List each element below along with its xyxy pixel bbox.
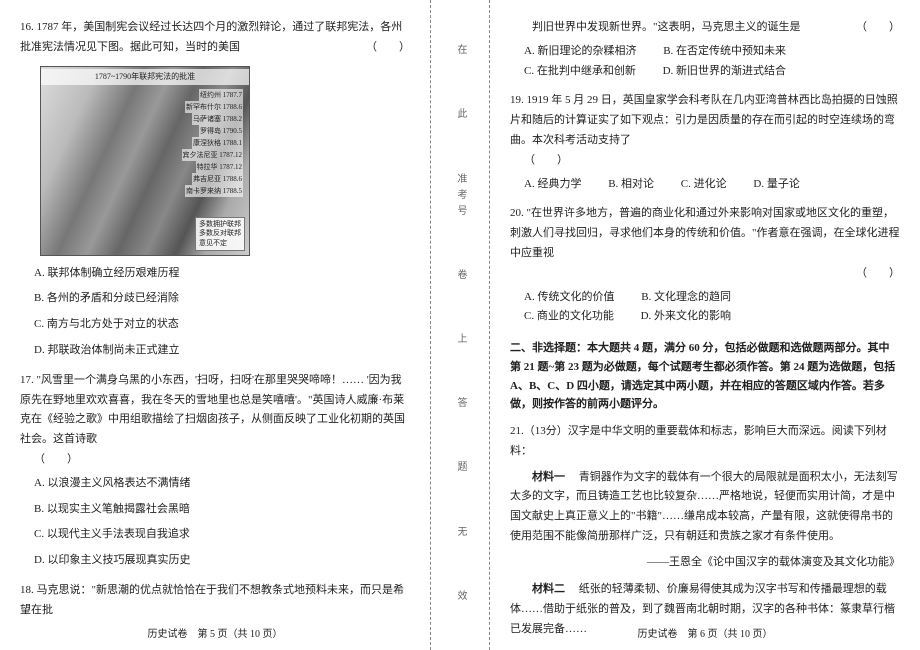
q21-source-1: ——王恩全《论中国汉字的载体演变及其文化功能》 [510,553,900,573]
q16-paren: （ ） [366,38,410,58]
q18-cont-stem: 判旧世界中发现新世界。"这表明，马克思主义的诞生是 （ ） [510,18,900,38]
q18-stem: 18. 马克思说："新思潮的优点就恰恰在于我们不想教条式地预料未来，而只是希望在… [20,581,410,621]
q19-opt-d: D. 量子论 [753,175,799,195]
question-20: 20. "在世界许多地方，普遍的商业化和通过外来影响对国家或地区文化的重塑，刺激… [510,204,900,327]
q17-opt-b: B. 以现实主义笔触揭露社会黑暗 [34,500,410,520]
map-label-8: 弗吉尼亚 1788.6 [192,173,243,186]
map-label-4: 罗得岛 1790.5 [199,125,243,138]
gutter-text-2: 此 [451,108,469,124]
q19-opt-b: B. 相对论 [608,175,654,195]
mat2-label: 材料二 [532,583,565,595]
q16-text: 16. 1787 年，美国制宪会议经过长达四个月的激烈辩论，通过了联邦宪法，各州… [20,21,402,53]
q20-opt-a: A. 传统文化的价值 [524,288,614,308]
question-18-cont: 判旧世界中发现新世界。"这表明，马克思主义的诞生是 （ ） A. 新旧理论的杂糅… [510,18,900,81]
q19-opt-c: C. 进化论 [681,175,727,195]
map-label-9: 南卡罗来纳 1788.5 [185,185,243,198]
gutter-text-3: 卷 [451,269,469,285]
gutter-text-1: 在 [451,44,469,60]
q19-paren: （ ） [510,151,900,171]
binding-gutter: 在 此 准考号 卷 上 答 题 无 效 [430,0,490,650]
q20-opt-d: D. 外来文化的影响 [641,307,731,327]
q21-stem: 21.（13分）汉字是中华文明的重要载体和标志，影响巨大而深远。阅读下列材料： [510,422,900,462]
q18-opt-b: B. 在否定传统中预知未来 [663,42,786,62]
q17-opt-a: A. 以浪漫主义风格表达不满情绪 [34,474,410,494]
q16-opt-a: A. 联邦体制确立经历艰难历程 [34,264,410,284]
q20-opt-c: C. 商业的文化功能 [524,307,614,327]
q19-opt-a: A. 经典力学 [524,175,581,195]
map-label-5: 康涅狄格 1788.1 [192,137,243,150]
gutter-mid: 准考号 [451,173,469,221]
q17-stem: 17. "风雪里一个满身乌黑的小东西，'扫呀，扫呀'在那里哭哭啼啼！…… '因为… [20,371,410,450]
q17-paren: （ ） [20,450,410,470]
map-legend: 多数拥护联邦 多数反对联邦 意见不定 [195,217,245,250]
legend-b: 多数反对联邦 [199,229,241,238]
map-label-2: 新罕布什尔 1788.6 [185,101,243,114]
q16-opt-c: C. 南方与北方处于对立的状态 [34,315,410,335]
q18-cont-text: 判旧世界中发现新世界。"这表明，马克思主义的诞生是 [532,21,801,33]
gutter-text-8: 效 [451,590,469,606]
page-left: 16. 1787 年，美国制宪会议经过长达四个月的激烈辩论，通过了联邦宪法，各州… [0,0,430,650]
q18-cont-paren: （ ） [834,18,900,38]
gutter-text-4: 上 [451,333,469,349]
q19-options: A. 经典力学 B. 相对论 C. 进化论 D. 量子论 [510,175,900,195]
footer-left: 历史试卷 第 5 页（共 10 页） [0,626,430,644]
question-18-partial: 18. 马克思说："新思潮的优点就恰恰在于我们不想教条式地预料未来，而只是希望在… [20,581,410,621]
q16-opt-b: B. 各州的矛盾和分歧已经消除 [34,289,410,309]
q16-opt-d: D. 邦联政治体制尚未正式建立 [34,341,410,361]
q19-stem: 19. 1919 年 5 月 29 日，英国皇家学会科考队在几内亚湾普林西比岛拍… [510,91,900,150]
page-right: 判旧世界中发现新世界。"这表明，马克思主义的诞生是 （ ） A. 新旧理论的杂糅… [490,0,920,650]
q20-options: A. 传统文化的价值 B. 文化理念的趋同 C. 商业的文化功能 D. 外来文化… [510,288,900,328]
mat1-label: 材料一 [532,471,565,483]
q17-opt-c: C. 以现代主义手法表现自我追求 [34,525,410,545]
question-16: 16. 1787 年，美国制宪会议经过长达四个月的激烈辩论，通过了联邦宪法，各州… [20,18,410,361]
footer-right: 历史试卷 第 6 页（共 10 页） [490,626,920,644]
section-2-title: 二、非选择题：本大题共 4 题，满分 60 分，包括必做题和选做题两部分。其中第… [510,339,900,414]
q17-opt-d: D. 以印象主义技巧展现真实历史 [34,551,410,571]
question-17: 17. "风雪里一个满身乌黑的小东西，'扫呀，扫呀'在那里哭哭啼啼！…… '因为… [20,371,410,571]
legend-c: 意见不定 [199,239,241,248]
map-title: 1787~1790年联邦宪法的批准 [41,69,249,85]
map-label-6: 宾夕法尼亚 1787.12 [182,149,244,162]
mat1-text: 青铜器作为文字的载体有一个很大的局限就是面积太小，无法刻写太多的文字，而且铸造工… [510,471,898,542]
q18-options: A. 新旧理论的杂糅相济 B. 在否定传统中预知未来 C. 在批判中继承和创新 … [510,42,900,82]
map-label-3: 马萨诸塞 1788.2 [192,113,243,126]
gutter-text-5: 答 [451,397,469,413]
q16-options: A. 联邦体制确立经历艰难历程 B. 各州的矛盾和分歧已经消除 C. 南方与北方… [20,264,410,361]
q18-opt-a: A. 新旧理论的杂糅相济 [524,42,636,62]
q21-material-1: 材料一 青铜器作为文字的载体有一个很大的局限就是面积太小，无法刻写太多的文字，而… [510,468,900,547]
q16-stem: 16. 1787 年，美国制宪会议经过长达四个月的激烈辩论，通过了联邦宪法，各州… [20,18,410,58]
question-21: 21.（13分）汉字是中华文明的重要载体和标志，影响巨大而深远。阅读下列材料： … [510,422,900,640]
q17-options: A. 以浪漫主义风格表达不满情绪 B. 以现实主义笔触揭露社会黑暗 C. 以现代… [20,474,410,571]
map-label-7: 特拉华 1787.12 [196,161,244,174]
q20-opt-b: B. 文化理念的趋同 [641,288,731,308]
q20-paren: （ ） [856,264,900,284]
question-19: 19. 1919 年 5 月 29 日，英国皇家学会科考队在几内亚湾普林西比岛拍… [510,91,900,194]
map-label-1: 纽约州 1787.7 [199,89,243,102]
q20-stem: 20. "在世界许多地方，普遍的商业化和通过外来影响对国家或地区文化的重塑，刺激… [510,204,900,263]
map-figure: 1787~1790年联邦宪法的批准 纽约州 1787.7 新罕布什尔 1788.… [40,66,250,256]
gutter-text-6: 题 [451,461,469,477]
gutter-text-7: 无 [451,526,469,542]
q18-opt-c: C. 在批判中继承和创新 [524,62,636,82]
q18-opt-d: D. 新旧世界的渐进式结合 [663,62,786,82]
